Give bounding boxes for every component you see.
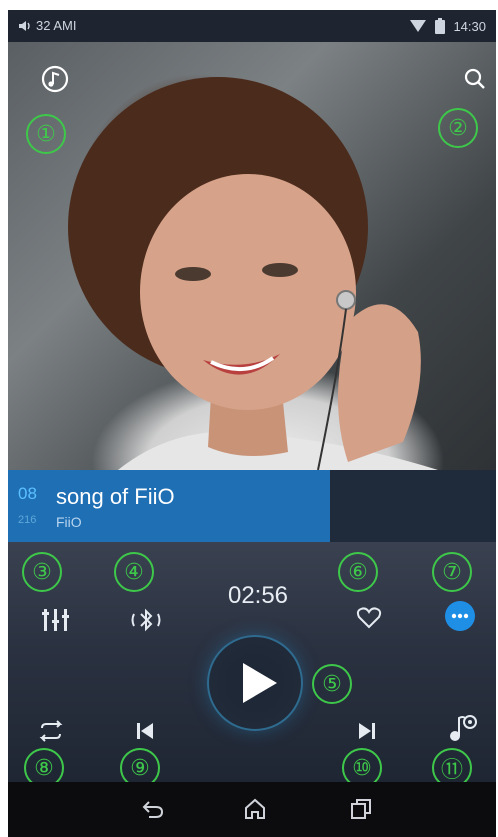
track-number: 08 xyxy=(18,484,37,503)
callout-5: ⑤ xyxy=(312,664,352,704)
callout-4: ④ xyxy=(114,552,154,592)
playlist-button[interactable] xyxy=(442,710,482,746)
song-artist: FiiO xyxy=(56,514,82,530)
recent-apps-button[interactable] xyxy=(344,794,378,824)
home-button[interactable] xyxy=(238,794,272,824)
track-total: 216 xyxy=(18,514,37,526)
status-time: 14:30 xyxy=(453,18,486,34)
play-icon xyxy=(243,663,277,703)
bluetooth-icon xyxy=(131,608,161,632)
next-icon xyxy=(359,723,375,739)
status-bar: 32 AMI 14:30 xyxy=(8,10,496,42)
home-icon xyxy=(245,798,265,819)
search-icon xyxy=(464,68,485,89)
more-button[interactable] xyxy=(445,601,475,631)
equalizer-icon xyxy=(42,609,69,631)
more-icon xyxy=(451,613,469,619)
status-left: 32 AMI xyxy=(18,18,76,33)
back-icon xyxy=(142,801,164,818)
volume-icon xyxy=(19,20,30,31)
status-text: 32 AMI xyxy=(36,18,77,33)
previous-icon xyxy=(137,723,153,739)
callout-3: ③ xyxy=(22,552,62,592)
player-screen: 32 AMI 14:30 ① ② 08 216 song of FiiO Fii… xyxy=(8,10,496,837)
callout-1: ① xyxy=(26,114,66,154)
search-button[interactable] xyxy=(460,64,490,94)
equalizer-button[interactable] xyxy=(38,604,74,636)
navigation-bar xyxy=(8,782,496,837)
callout-6: ⑥ xyxy=(338,552,378,592)
music-note-icon xyxy=(41,65,69,93)
next-button[interactable] xyxy=(352,716,382,746)
now-playing-bar[interactable]: 08 216 song of FiiO FiiO xyxy=(8,470,496,542)
album-art-illustration xyxy=(68,77,438,470)
album-art xyxy=(8,42,496,470)
bluetooth-button[interactable] xyxy=(124,604,168,636)
playlist-icon xyxy=(450,715,477,741)
song-title: song of FiiO xyxy=(56,484,175,509)
repeat-icon xyxy=(39,720,63,742)
repeat-button[interactable] xyxy=(32,716,70,746)
heart-icon xyxy=(356,607,382,629)
playback-controls: ③ ④ ⑥ ⑦ 02:56 ⑤ ⑧ ⑨ ⑩ ⑪ xyxy=(8,542,496,788)
elapsed-time: 02:56 xyxy=(227,582,289,609)
battery-icon xyxy=(435,18,446,34)
recent-apps-icon xyxy=(351,799,371,819)
previous-button[interactable] xyxy=(130,716,160,746)
callout-2: ② xyxy=(438,108,478,148)
favorite-button[interactable] xyxy=(352,602,386,634)
status-right: 14:30 xyxy=(409,18,486,34)
back-button[interactable] xyxy=(136,794,170,824)
callout-7: ⑦ xyxy=(432,552,472,592)
wifi-icon xyxy=(410,20,427,32)
music-library-button[interactable] xyxy=(38,62,72,96)
play-button[interactable] xyxy=(207,635,303,731)
